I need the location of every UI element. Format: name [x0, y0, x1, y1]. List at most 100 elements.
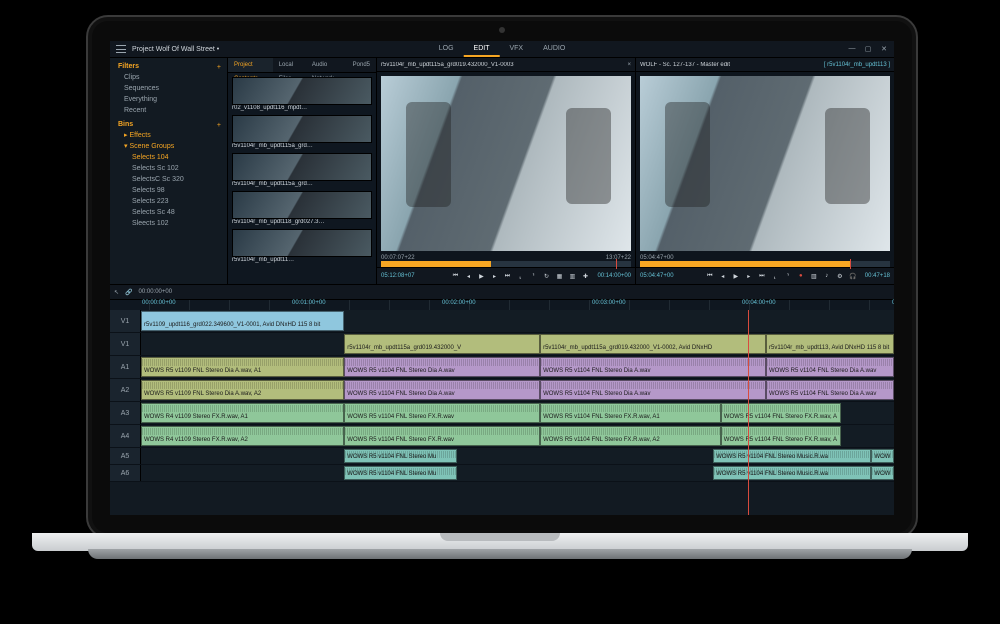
window-minimize-button[interactable]: —: [848, 45, 856, 53]
add-bin-icon[interactable]: +: [217, 122, 221, 129]
bin-item[interactable]: Selects 98: [118, 185, 221, 196]
record-scrubber[interactable]: [640, 261, 890, 267]
timeline-clip[interactable]: WOWS R5 v1104 FNL Stereo Dia A.wav: [766, 380, 894, 400]
window-close-button[interactable]: ✕: [880, 45, 888, 53]
track-lane[interactable]: WOWS R5 v1109 FNL Stereo Dia A.wav, A1WO…: [141, 356, 894, 378]
track-header[interactable]: V1: [110, 333, 141, 355]
track-lane[interactable]: WOWS R5 v1104 FNL Stereo Mu WOWS R5 v1104…: [141, 448, 894, 464]
timeline-clip[interactable]: WOWS R4 v1109 Stereo FX.R.wav, A1: [141, 403, 344, 423]
timeline-clip[interactable]: r5v1104r_mb_updt113, Avid DNxHD 115 8 bi…: [766, 334, 894, 354]
step-back-button[interactable]: ◂: [718, 271, 728, 281]
timeline-clip[interactable]: WOWS R5 v1104 FNL Stereo FX.R.wav, A1: [540, 403, 721, 423]
next-edit-button[interactable]: ⏭: [502, 271, 512, 281]
filter-item[interactable]: Clips: [118, 72, 221, 83]
record-button[interactable]: ●: [796, 271, 806, 281]
time-ruler[interactable]: 00:00:00+0000:01:00+0000:02:00+0000:03:0…: [110, 300, 894, 310]
timeline-clip[interactable]: WOWS R5 v1104 FNL Stereo Music.R.wa: [713, 449, 871, 463]
track-header[interactable]: V1: [110, 310, 141, 332]
timeline-clip[interactable]: WOWS R5 v1104 FNL Stereo Dia A.wav: [344, 357, 540, 377]
playhead[interactable]: [748, 310, 749, 515]
hamburger-icon[interactable]: [116, 45, 126, 53]
mode-tab-vfx[interactable]: VFX: [499, 41, 533, 57]
window-maximize-button[interactable]: ▢: [864, 45, 872, 53]
mode-tab-edit[interactable]: EDIT: [464, 41, 500, 57]
browser-tab[interactable]: Project Contents: [228, 58, 273, 72]
timeline-clip[interactable]: r5v1104r_mb_updt115a_grd019.432000_V: [344, 334, 540, 354]
bin-item[interactable]: SelectsC Sc 320: [118, 174, 221, 185]
track-lane[interactable]: WOWS R4 v1109 Stereo FX.R.wav, A2WOWS R5…: [141, 425, 894, 447]
track-header[interactable]: A6: [110, 465, 141, 481]
timeline-clip[interactable]: WOWS R5 v1104 FNL Stereo Dia A.wav: [344, 380, 540, 400]
timeline-clip[interactable]: WOWS R5 v1104 FNL Stereo FX.R.wav, A: [721, 426, 841, 446]
timeline-clip[interactable]: WOW: [871, 449, 894, 463]
filter-item[interactable]: Sequences: [118, 83, 221, 94]
track-lane[interactable]: r5v1109_updt116_grd022.349600_V1-0001, A…: [141, 310, 894, 332]
browser-tab[interactable]: Pond5: [347, 58, 376, 72]
add-filter-icon[interactable]: +: [217, 64, 221, 71]
cursor-icon[interactable]: ↖: [114, 289, 119, 296]
track-lane[interactable]: WOWS R5 v1104 FNL Stereo MuWOWS R5 v1104…: [141, 465, 894, 481]
timeline-clip[interactable]: r5v1109_updt116_grd022.349600_V1-0001, A…: [141, 311, 344, 331]
prev-edit-button[interactable]: ⏮: [705, 271, 715, 281]
track-lane[interactable]: r5v1104r_mb_updt115a_grd019.432000_Vr5v1…: [141, 333, 894, 355]
add-marker-button[interactable]: ✚: [580, 271, 590, 281]
timeline-clip[interactable]: WOW: [871, 466, 894, 480]
timeline-clip[interactable]: WOWS R5 v1104 FNL Stereo Mu: [344, 449, 457, 463]
audio-button[interactable]: ♪: [822, 271, 832, 281]
grid-button[interactable]: ▥: [809, 271, 819, 281]
next-edit-button[interactable]: ⏭: [757, 271, 767, 281]
grid-button[interactable]: ▥: [567, 271, 577, 281]
clip-thumbnail[interactable]: r02_v1108_updt116_mpdt…: [232, 77, 372, 111]
timeline-clip[interactable]: WOWS R5 v1104 FNL Stereo Dia A.wav: [540, 380, 766, 400]
mode-tab-log[interactable]: LOG: [429, 41, 464, 57]
mark-out-button[interactable]: ⸣: [528, 271, 538, 281]
timeline-clip[interactable]: WOWS R5 v1104 FNL Stereo FX.R.wav, A2: [540, 426, 721, 446]
tools-button[interactable]: ⚙: [835, 271, 845, 281]
link-icon[interactable]: 🔗: [125, 289, 132, 296]
loop-button[interactable]: ↻: [541, 271, 551, 281]
clip-thumbnail[interactable]: r5v1104r_mb_updt115a_grd…: [232, 115, 372, 149]
mode-tab-audio[interactable]: AUDIO: [533, 41, 575, 57]
mark-out-button[interactable]: ⸣: [783, 271, 793, 281]
bin-item[interactable]: Selects 223: [118, 196, 221, 207]
play-button[interactable]: ▶: [731, 271, 741, 281]
clip-thumbnail[interactable]: r5v1104r_mb_updt115a_grd…: [232, 153, 372, 187]
source-frame[interactable]: [381, 76, 631, 251]
track-header[interactable]: A5: [110, 448, 141, 464]
timeline-clip[interactable]: WOWS R5 v1109 FNL Stereo Dia A.wav, A1: [141, 357, 344, 377]
effects-bin[interactable]: Effects: [129, 132, 150, 139]
bin-item[interactable]: Selects Sc 102: [118, 163, 221, 174]
play-button[interactable]: ▶: [476, 271, 486, 281]
timeline-clip[interactable]: r5v1104r_mb_updt115a_grd019.432000_V1-00…: [540, 334, 766, 354]
record-frame[interactable]: [640, 76, 890, 251]
timeline-clip[interactable]: WOWS R5 v1104 FNL Stereo Dia A.wav: [766, 357, 894, 377]
step-back-button[interactable]: ◂: [463, 271, 473, 281]
browser-tab[interactable]: Audio Network: [306, 58, 347, 72]
track-lane[interactable]: WOWS R5 v1109 FNL Stereo Dia A.wav, A2WO…: [141, 379, 894, 401]
track-header[interactable]: A4: [110, 425, 141, 447]
clip-thumbnail[interactable]: r5v1104r_mb_updt11…: [232, 229, 372, 263]
step-fwd-button[interactable]: ▸: [744, 271, 754, 281]
filter-item[interactable]: Everything: [118, 94, 221, 105]
track-header[interactable]: A3: [110, 402, 141, 424]
clip-thumbnail[interactable]: r5v1104r_mb_updt118_grd027.3…: [232, 191, 372, 225]
source-scrubber[interactable]: [381, 261, 631, 267]
close-source-button[interactable]: ×: [627, 62, 631, 68]
safe-button[interactable]: ▦: [554, 271, 564, 281]
timeline-clip[interactable]: WOWS R5 v1104 FNL Stereo Dia A.wav: [540, 357, 766, 377]
browser-tab[interactable]: Local Files: [273, 58, 306, 72]
bin-item[interactable]: Sleects 102: [118, 218, 221, 229]
timeline-clip[interactable]: WOWS R5 v1104 FNL Stereo FX.R.wav, A: [721, 403, 841, 423]
headphones-button[interactable]: 🎧: [848, 271, 858, 281]
bin-item[interactable]: Selects Sc 48: [118, 207, 221, 218]
bin-item[interactable]: Selects 104: [118, 152, 221, 163]
track-header[interactable]: A2: [110, 379, 141, 401]
scene-groups-bin[interactable]: Scene Groups: [129, 143, 174, 150]
prev-edit-button[interactable]: ⏮: [450, 271, 460, 281]
step-fwd-button[interactable]: ▸: [489, 271, 499, 281]
timeline-clip[interactable]: WOWS R5 v1104 FNL Stereo FX.R.wav: [344, 426, 540, 446]
mark-in-button[interactable]: ⸤: [770, 271, 780, 281]
timeline-clip[interactable]: WOWS R5 v1104 FNL Stereo Mu: [344, 466, 457, 480]
filter-item[interactable]: Recent: [118, 105, 221, 116]
track-lane[interactable]: WOWS R4 v1109 Stereo FX.R.wav, A1 WOWS R5…: [141, 402, 894, 424]
